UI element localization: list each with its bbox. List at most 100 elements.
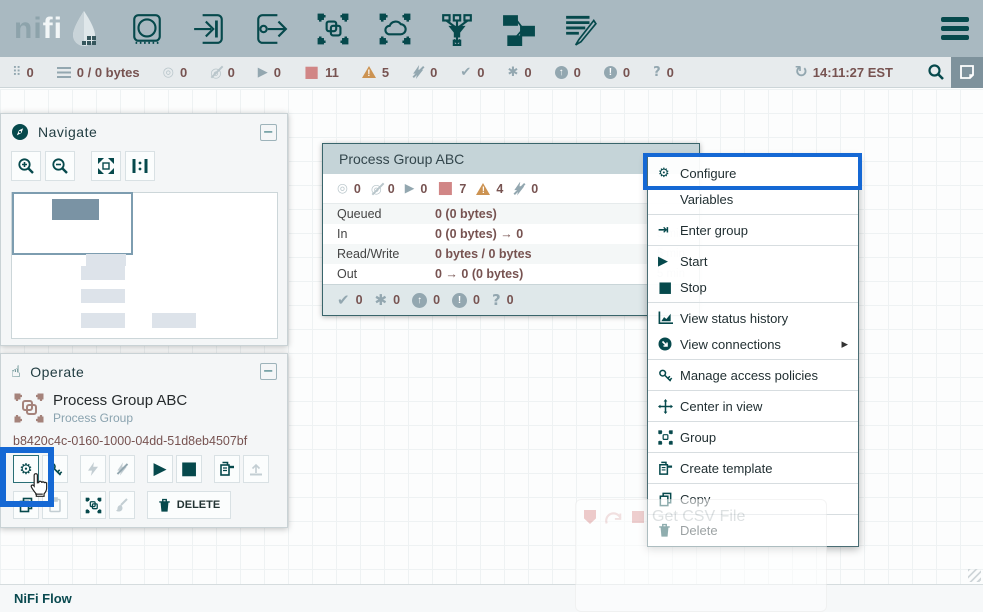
upload-template-button[interactable]	[243, 455, 269, 483]
pg-invalid-count: 4	[496, 182, 503, 196]
enter-group-icon	[658, 224, 680, 237]
menu-item-stop[interactable]: Stop	[648, 274, 858, 300]
enable-button[interactable]	[80, 455, 106, 483]
collapse-operate-button[interactable]	[260, 363, 277, 380]
input-port-icon[interactable]	[191, 11, 227, 47]
global-menu-button[interactable]	[941, 17, 969, 40]
flow-canvas[interactable]: Process Group ABC 0 0 0 7 4 0 Queued0 (0…	[0, 89, 983, 612]
running-icon	[405, 182, 415, 195]
stale-count: 0	[574, 65, 581, 80]
readwrite-value: 0 bytes / 0 bytes	[435, 247, 532, 261]
play-icon	[658, 255, 680, 268]
transmitting-icon	[163, 66, 174, 79]
create-template-icon	[658, 461, 680, 476]
warning-triangle-icon	[476, 183, 490, 195]
zoom-in-button[interactable]	[11, 151, 41, 181]
paste-button[interactable]	[42, 491, 68, 519]
process-group-component[interactable]: Process Group ABC 0 0 0 7 4 0 Queued0 (0…	[322, 143, 700, 316]
zoom-out-button[interactable]	[45, 151, 75, 181]
up-to-date-indicator: 0	[460, 65, 484, 80]
pg-stale-count: 0	[433, 293, 440, 307]
menu-item-view-status-history[interactable]: View status history	[648, 305, 858, 331]
question-icon	[492, 293, 501, 308]
locally-modified-indicator: 0	[508, 65, 532, 80]
transmitting-indicator: 0	[163, 65, 188, 80]
up-to-date-count: 0	[477, 65, 484, 80]
locally-modified-count: 0	[524, 65, 531, 80]
menu-item-start[interactable]: Start	[648, 248, 858, 274]
template-icon[interactable]	[501, 11, 537, 47]
selected-component-type: Process Group	[53, 411, 187, 425]
menu-item-enter-group[interactable]: Enter group	[648, 217, 858, 243]
submenu-arrow-icon	[841, 338, 848, 351]
configure-button[interactable]	[13, 455, 39, 483]
navigate-header: Navigate	[1, 114, 287, 147]
collapse-navigate-button[interactable]	[260, 124, 277, 141]
funnel-icon[interactable]	[439, 11, 475, 47]
birdseye-minimap[interactable]	[11, 192, 278, 339]
label-icon[interactable]	[563, 11, 599, 47]
nifi-drop-icon	[67, 9, 101, 49]
stopped-count: 11	[325, 65, 339, 80]
delete-button[interactable]: DELETE	[147, 491, 231, 519]
menu-item-group[interactable]: Group	[648, 424, 858, 450]
menu-item-create-template[interactable]: Create template	[648, 455, 858, 481]
color-button[interactable]	[109, 491, 135, 519]
remote-process-group-icon[interactable]	[377, 11, 413, 47]
access-policies-button[interactable]	[42, 455, 68, 483]
minimap-component	[81, 313, 125, 328]
menu-separator	[648, 245, 858, 246]
queued-indicator: 0 / 0 bytes	[57, 65, 140, 80]
menu-item-center-in-view[interactable]: Center in view	[648, 393, 858, 419]
create-template-button[interactable]	[214, 455, 240, 483]
minimap-component	[152, 313, 196, 328]
process-group-icon[interactable]	[315, 11, 351, 47]
refresh-icon[interactable]	[794, 64, 807, 80]
menu-item-configure[interactable]: Configure	[648, 160, 858, 186]
refresh-status[interactable]: 14:11:27 EST	[794, 64, 893, 80]
bulletin-panel-button[interactable]	[951, 57, 983, 88]
out-value: 0 → 0 (0 bytes)	[435, 267, 523, 281]
menu-item-manage-access-policies[interactable]: Manage access policies	[648, 362, 858, 388]
zoom-fit-button[interactable]	[91, 151, 121, 181]
breadcrumb-root-link[interactable]: NiFi Flow	[14, 591, 72, 606]
menu-item-view-connections[interactable]: View connections	[648, 331, 858, 357]
transmitting-icon	[337, 182, 348, 195]
resize-grip[interactable]	[968, 569, 981, 582]
menu-label: Stop	[680, 280, 707, 295]
copy-button[interactable]	[13, 491, 39, 519]
search-button[interactable]	[921, 57, 951, 87]
processor-ghost-icon	[604, 510, 624, 526]
breadcrumb-bar: NiFi Flow	[0, 584, 983, 612]
check-icon	[460, 66, 471, 79]
output-port-icon[interactable]	[253, 11, 289, 47]
group-button[interactable]	[80, 491, 106, 519]
out-label: Out	[337, 267, 435, 281]
not-transmitting-icon	[371, 182, 382, 196]
pg-modified-stale-count: 0	[473, 293, 480, 307]
component-toolbar	[129, 11, 599, 47]
shield-icon	[584, 510, 596, 524]
stop-button[interactable]	[176, 455, 202, 483]
zoom-actual-size-button[interactable]	[125, 151, 155, 181]
operate-actions-row-1	[13, 455, 269, 483]
disable-button[interactable]	[109, 455, 135, 483]
menu-separator	[648, 483, 858, 484]
status-bar-right: 14:11:27 EST	[794, 57, 983, 87]
invalid-count: 5	[382, 65, 389, 80]
delete-button-label: DELETE	[177, 499, 220, 511]
locally-modified-stale-count: 0	[623, 65, 630, 80]
sync-failure-count: 0	[667, 65, 674, 80]
pg-stopped-count: 7	[459, 182, 466, 196]
start-button[interactable]	[147, 455, 173, 483]
invalid-indicator: 5	[362, 65, 389, 80]
processor-icon[interactable]	[129, 11, 165, 47]
menu-item-variables[interactable]: Variables	[648, 186, 858, 212]
stale-arrow-icon: ↑	[555, 66, 568, 79]
compass-icon	[11, 123, 29, 141]
running-count: 0	[274, 65, 281, 80]
context-menu: Configure Variables Enter group Start St…	[647, 156, 859, 547]
queued-value: 0 (0 bytes)	[435, 207, 497, 221]
navigate-panel: Navigate	[0, 113, 288, 346]
pg-running-count: 0	[420, 182, 427, 196]
